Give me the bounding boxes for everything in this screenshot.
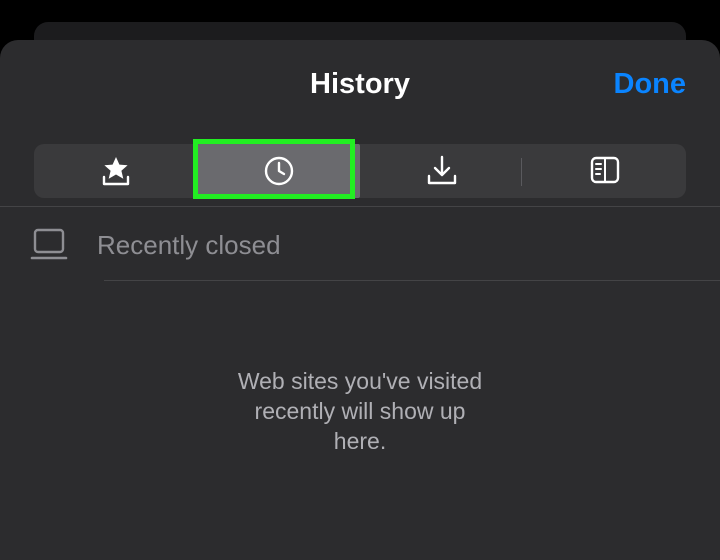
tab-bookmarks[interactable] [34, 144, 197, 198]
page-title: History [310, 68, 410, 100]
empty-message-line: here. [333, 428, 387, 454]
history-sheet: History Done Recently closed Web sites y… [0, 40, 720, 560]
reading-list-icon [590, 156, 619, 184]
laptop-icon [30, 228, 68, 260]
segment-divider [521, 158, 522, 186]
empty-message-line: recently will show up [254, 398, 466, 424]
empty-history-message: Web sites you've visited recently will s… [180, 366, 540, 456]
divider [0, 206, 720, 207]
bookmarks-star-icon [102, 157, 129, 186]
selection-highlight-box [193, 139, 355, 199]
row-divider [104, 280, 720, 281]
tab-downloads[interactable] [360, 144, 523, 198]
done-button[interactable]: Done [614, 68, 687, 101]
recently-closed-label: Recently closed [97, 230, 281, 260]
recently-closed-row[interactable]: Recently closed [0, 208, 720, 278]
library-tab-control [34, 144, 686, 198]
tab-reading-list[interactable] [523, 144, 686, 198]
downloads-icon [427, 155, 456, 185]
empty-message-line: Web sites you've visited [237, 368, 483, 394]
